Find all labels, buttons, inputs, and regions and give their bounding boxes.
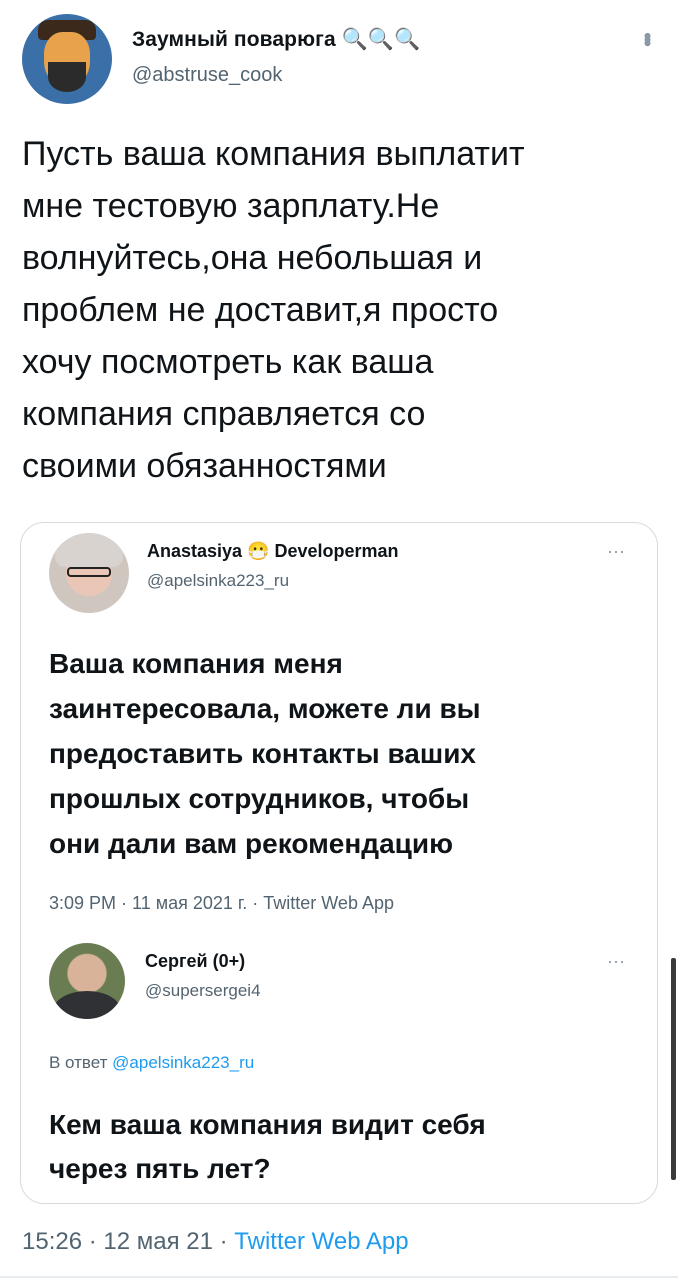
reply-author-handle[interactable]: @supersergei4 xyxy=(145,981,261,1001)
tweet-timestamp: 15:26 · 12 мая 21 · Twitter Web App xyxy=(22,1228,409,1256)
timestamp-text: 15:26 · 12 мая 21 · xyxy=(22,1228,235,1255)
replying-prefix: В ответ xyxy=(49,1053,113,1072)
reply-author-avatar[interactable] xyxy=(49,943,125,1019)
quoted-tweet-text: Ваша компания меня заинтересовала, может… xyxy=(49,648,481,859)
reply-author-name[interactable]: Сергей (0+) xyxy=(145,951,245,972)
quoted-author-name[interactable]: Anastasiya 😷 Developerman xyxy=(147,541,399,562)
quoted-author-avatar[interactable] xyxy=(49,533,129,613)
author-avatar[interactable] xyxy=(22,14,112,104)
magnifier-emoji-icon: 🔍🔍🔍 xyxy=(341,28,421,51)
source-link[interactable]: Twitter Web App xyxy=(234,1228,408,1255)
quoted-tweet-meta: 3:09 PM · 11 мая 2021 г. · Twitter Web A… xyxy=(49,893,394,913)
reply-tweet-text: Кем ваша компания видит себя через пять … xyxy=(49,1109,486,1184)
tweet-header: Заумный поварюга 🔍🔍🔍 @abstruse_cook ••• xyxy=(22,14,662,104)
author-name-text: Заумный поварюга xyxy=(132,28,336,51)
reply-more-icon[interactable]: ··· xyxy=(607,951,625,972)
quoted-tweet-card[interactable]: Anastasiya 😷 Developerman @apelsinka223_… xyxy=(20,522,658,1204)
divider xyxy=(0,1276,678,1278)
author-display-name[interactable]: Заумный поварюга 🔍🔍🔍 xyxy=(132,28,420,52)
tweet-text: Пусть ваша компания выплатит мне тестову… xyxy=(22,135,525,485)
quoted-author-handle[interactable]: @apelsinka223_ru xyxy=(147,571,289,591)
author-handle[interactable]: @abstruse_cook xyxy=(132,64,282,87)
replying-to: В ответ @apelsinka223_ru xyxy=(49,1053,254,1073)
kebab-icon[interactable]: ••• xyxy=(635,32,660,43)
replying-mention-link[interactable]: @apelsinka223_ru xyxy=(112,1053,254,1072)
scrollbar[interactable] xyxy=(671,958,676,1180)
quoted-more-icon[interactable]: ··· xyxy=(607,541,625,562)
